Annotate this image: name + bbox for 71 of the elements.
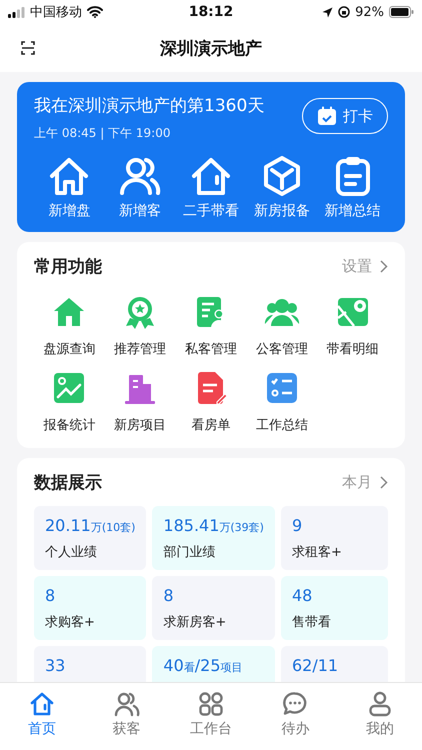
function-item[interactable]: 公客管理	[246, 294, 318, 358]
house-icon	[48, 156, 90, 196]
tab-item[interactable]: 首页	[12, 691, 72, 738]
function-item[interactable]: 看房单	[176, 370, 246, 434]
stat-tile[interactable]: 62/11	[280, 646, 388, 682]
function-item[interactable]: 工作总结	[246, 370, 318, 434]
function-item[interactable]: 新房项目	[104, 370, 176, 434]
signal-icon	[8, 6, 25, 18]
stat-value: 8	[163, 586, 175, 605]
stat-tile[interactable]: 185.41万(39套) 部门业绩	[152, 506, 275, 570]
quick-action[interactable]: 新房报备	[246, 156, 318, 220]
stat-value: 40看/25项目	[163, 656, 244, 675]
work-hours: 上午 08:45 | 下午 19:00	[34, 125, 172, 142]
chevron-right-icon	[380, 476, 388, 488]
stat-tile[interactable]: 33	[34, 646, 146, 682]
grid-icon	[198, 691, 224, 717]
location-icon	[322, 6, 334, 18]
quick-action[interactable]: 二手带看	[176, 156, 246, 220]
settings-link[interactable]: 设置	[342, 256, 388, 276]
stat-value: 8	[45, 586, 56, 605]
scan-icon[interactable]	[21, 41, 35, 55]
status-time: 18:12	[188, 4, 234, 20]
wifi-icon	[87, 6, 103, 18]
chevron-right-icon	[380, 260, 388, 272]
people-icon	[119, 156, 162, 196]
stat-label: 求购客+	[45, 614, 96, 631]
people-icon	[114, 691, 140, 717]
stat-label: 售带看	[292, 614, 332, 631]
period-selector[interactable]: 本月	[342, 472, 388, 492]
person-icon	[366, 691, 393, 717]
calendar-icon	[317, 106, 337, 126]
battery-percent: 92%	[355, 4, 384, 20]
function-item[interactable]: 推荐管理	[104, 294, 176, 358]
carrier-name: 中国移动	[30, 4, 82, 21]
stat-value: 20.11万(10套)	[45, 516, 136, 535]
stat-label: 个人业绩	[45, 544, 98, 561]
function-item[interactable]: 私客管理	[176, 294, 246, 358]
stat-value: 62/11	[292, 656, 340, 675]
tab-item[interactable]: 待办	[265, 691, 326, 738]
section-title: 数据展示	[34, 472, 102, 494]
stat-value: 48	[292, 586, 314, 605]
check-in-button[interactable]: 打卡	[302, 98, 388, 134]
stat-tile[interactable]: 40看/25项目	[152, 646, 275, 682]
page-title: 深圳演示地产	[160, 38, 262, 60]
tab-item[interactable]: 我的	[350, 691, 410, 738]
stat-label: 求新房客+	[163, 614, 228, 631]
house-icon	[190, 156, 232, 196]
function-item[interactable]: 带看明细	[317, 294, 388, 358]
stat-tile[interactable]: 20.11万(10套) 个人业绩	[34, 506, 146, 570]
battery-icon	[388, 6, 414, 18]
stat-label: 部门业绩	[163, 544, 216, 561]
stat-label: 求租客+	[292, 544, 343, 561]
quick-action[interactable]: 新增客	[104, 156, 176, 220]
stat-value: 33	[45, 656, 66, 675]
stat-value: 9	[292, 516, 304, 535]
section-title: 常用功能	[34, 256, 102, 278]
chat-bubble-icon	[282, 691, 308, 717]
quick-action[interactable]: 新增总结	[317, 156, 388, 220]
function-item[interactable]: 盘源查询	[34, 294, 105, 358]
stat-value: 185.41万(39套)	[163, 516, 264, 535]
house-icon	[29, 691, 56, 717]
rotation-lock-icon	[338, 6, 350, 18]
tab-item[interactable]: 工作台	[180, 691, 241, 738]
stat-tile[interactable]: 8 求新房客+	[152, 576, 275, 640]
quick-action[interactable]: 新增盘	[34, 156, 105, 220]
function-item[interactable]: 报备统计	[34, 370, 105, 434]
tab-item[interactable]: 获客	[96, 691, 157, 738]
stat-tile[interactable]: 48 售带看	[280, 576, 388, 640]
banner-title: 我在深圳演示地产的第1360天	[34, 95, 264, 117]
stat-tile[interactable]: 9 求租客+	[280, 506, 388, 570]
stat-tile[interactable]: 8 求购客+	[34, 576, 146, 640]
